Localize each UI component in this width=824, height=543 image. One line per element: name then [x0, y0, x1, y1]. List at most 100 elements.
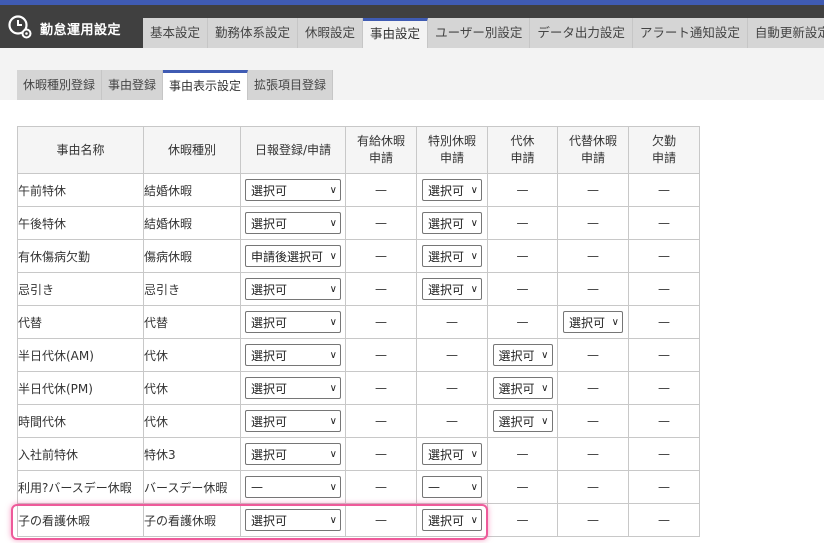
daily-select[interactable]: 選択可 ∨	[245, 509, 341, 531]
special-cell: 選択可 ∨	[416, 206, 488, 240]
comp-select[interactable]: 選択可 ∨	[492, 410, 553, 432]
daily-select[interactable]: 選択可 ∨	[245, 179, 341, 201]
daily-select[interactable]: 選択可 ∨	[245, 377, 341, 399]
reason-name: 有休傷病欠勤	[17, 239, 144, 273]
daily-select[interactable]: 選択可 ∨	[245, 311, 341, 333]
leave-kind: バースデー休暇	[143, 470, 241, 504]
daily-select[interactable]: 選択可 ∨	[245, 278, 341, 300]
subtab-reason-display[interactable]: 事由表示設定	[163, 70, 249, 100]
daily-cell: 選択可 ∨	[240, 404, 346, 438]
table-row: 半日代休(PM) 代休 選択可 ∨ — — 選択可 ∨ — —	[17, 371, 700, 405]
daily-select[interactable]: — ∨	[245, 476, 341, 498]
chevron-down-icon: ∨	[329, 448, 337, 460]
reason-name: 時間代休	[17, 404, 144, 438]
chevron-down-icon: ∨	[470, 514, 478, 526]
daily-cell: 選択可 ∨	[240, 206, 346, 240]
subtab-reason-register[interactable]: 事由登録	[102, 70, 164, 100]
absence-dash: —	[628, 239, 700, 273]
absence-dash: —	[628, 206, 700, 240]
chevron-down-icon: ∨	[329, 481, 337, 493]
special-select[interactable]: 選択可 ∨	[422, 179, 482, 201]
daily-select[interactable]: 選択可 ∨	[245, 344, 341, 366]
special-select[interactable]: — ∨	[422, 476, 482, 498]
tab-work-system[interactable]: 勤務体系設定	[208, 18, 299, 48]
subst-select[interactable]: 選択可 ∨	[563, 311, 623, 333]
chevron-down-icon: ∨	[329, 415, 337, 427]
comp-select[interactable]: 選択可 ∨	[492, 344, 553, 366]
tab-auto-update[interactable]: 自動更新設定	[747, 18, 824, 48]
select-value: 選択可	[428, 216, 465, 231]
select-value: 選択可	[498, 381, 535, 396]
chevron-down-icon: ∨	[470, 481, 478, 493]
sub-tabs: 休暇種別登録 事由登録 事由表示設定 拡張項目登録	[17, 70, 334, 100]
tab-user[interactable]: ユーザー別設定	[428, 18, 531, 48]
special-select[interactable]: 選択可 ∨	[422, 509, 482, 531]
comp-dash: —	[487, 272, 558, 306]
paid-dash: —	[345, 173, 417, 207]
select-value: 選択可	[251, 381, 288, 396]
tab-data-export[interactable]: データ出力設定	[530, 18, 633, 48]
chevron-down-icon: ∨	[541, 349, 549, 361]
chevron-down-icon: ∨	[541, 415, 549, 427]
table-row: 入社前特休 特休3 選択可 ∨ — 選択可 ∨ — — —	[17, 437, 700, 471]
absence-dash: —	[628, 173, 700, 207]
special-select[interactable]: 選択可 ∨	[422, 212, 482, 234]
select-value: 選択可	[428, 282, 465, 297]
chevron-down-icon: ∨	[329, 250, 337, 262]
select-value: —	[251, 480, 263, 494]
leave-kind: 代替	[143, 305, 241, 339]
col-header-name: 事由名称	[17, 126, 144, 174]
table-row: 利用?バースデー休暇 バースデー休暇 — ∨ — — ∨ — — —	[17, 470, 700, 504]
daily-select[interactable]: 申請後選択可 ∨	[245, 245, 341, 267]
special-select[interactable]: 選択可 ∨	[422, 278, 482, 300]
reason-display-table: 事由名称 休暇種別 日報登録/申請 有給休暇 申請 特別休暇 申請 代休 申請 代替休…	[17, 126, 700, 537]
subtab-extension[interactable]: 拡張項目登録	[248, 70, 334, 100]
comp-dash: —	[487, 437, 558, 471]
daily-cell: — ∨	[240, 470, 346, 504]
leave-kind: 代休	[143, 338, 241, 372]
select-value: 選択可	[251, 414, 288, 429]
comp-cell: 選択可 ∨	[487, 371, 558, 405]
col-header-subst: 代替休暇 申請	[557, 126, 629, 174]
subst-dash: —	[557, 470, 629, 504]
subtab-leave-type[interactable]: 休暇種別登録	[17, 70, 103, 100]
select-value: 選択可	[428, 183, 465, 198]
tab-reason[interactable]: 事由設定	[363, 18, 429, 48]
special-dash: —	[416, 338, 488, 372]
daily-select[interactable]: 選択可 ∨	[245, 212, 341, 234]
table-row: 時間代休 代休 選択可 ∨ — — 選択可 ∨ — —	[17, 404, 700, 438]
tab-leave[interactable]: 休暇設定	[298, 18, 364, 48]
special-cell: — ∨	[416, 470, 488, 504]
select-value: 選択可	[251, 315, 288, 330]
absence-dash: —	[628, 272, 700, 306]
daily-select[interactable]: 選択可 ∨	[245, 410, 341, 432]
subst-dash: —	[557, 239, 629, 273]
reason-name: 半日代休(PM)	[17, 371, 144, 405]
tab-alert[interactable]: アラート通知設定	[632, 18, 748, 48]
chevron-down-icon: ∨	[470, 283, 478, 295]
reason-name: 子の看護休暇	[17, 503, 144, 537]
select-value: 選択可	[498, 414, 535, 429]
paid-dash: —	[345, 371, 417, 405]
daily-cell: 選択可 ∨	[240, 437, 346, 471]
chevron-down-icon: ∨	[470, 250, 478, 262]
comp-select[interactable]: 選択可 ∨	[492, 377, 553, 399]
absence-dash: —	[628, 503, 700, 537]
table-row: 忌引き 忌引き 選択可 ∨ — 選択可 ∨ — — —	[17, 272, 700, 306]
leave-kind: 傷病休暇	[143, 239, 241, 273]
select-value: 選択可	[498, 348, 535, 363]
comp-dash: —	[487, 173, 558, 207]
subst-cell: 選択可 ∨	[557, 305, 629, 339]
daily-cell: 選択可 ∨	[240, 338, 346, 372]
paid-dash: —	[345, 437, 417, 471]
daily-cell: 申請後選択可 ∨	[240, 239, 346, 273]
special-select[interactable]: 選択可 ∨	[422, 245, 482, 267]
special-select[interactable]: 選択可 ∨	[422, 443, 482, 465]
subst-dash: —	[557, 404, 629, 438]
paid-dash: —	[345, 206, 417, 240]
col-header-absence: 欠勤 申請	[628, 126, 700, 174]
daily-select[interactable]: 選択可 ∨	[245, 443, 341, 465]
tab-basic[interactable]: 基本設定	[143, 18, 209, 48]
select-value: 選択可	[251, 216, 288, 231]
special-cell: 選択可 ∨	[416, 239, 488, 273]
